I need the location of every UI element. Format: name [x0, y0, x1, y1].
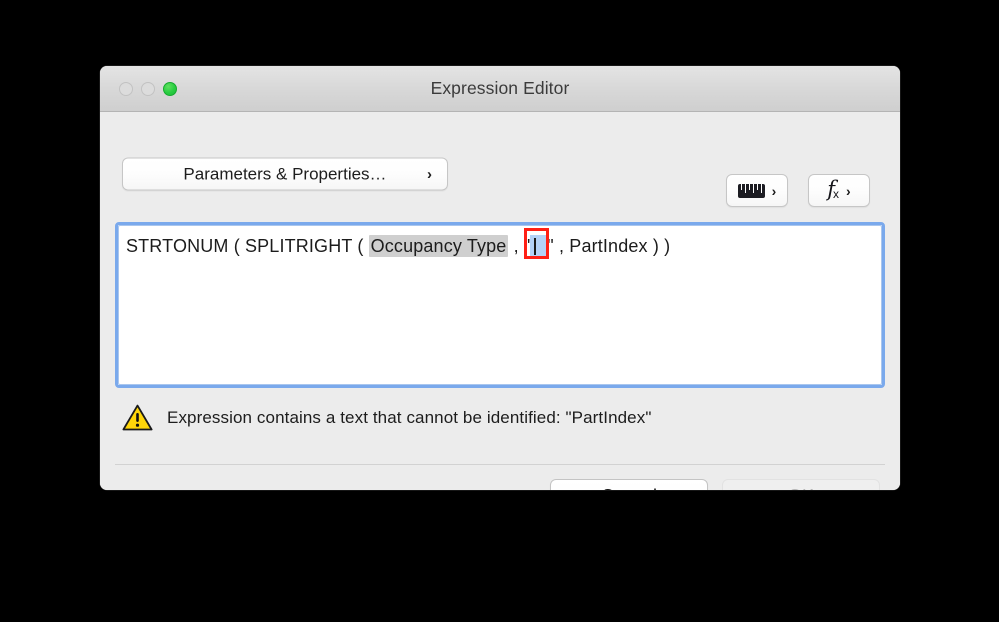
expression-selection[interactable]: | [530, 235, 548, 257]
expression-text: STRTONUM ( SPLITRIGHT ( Occupancy Type ,… [126, 228, 875, 259]
expression-editor-window: Expression Editor Parameters & Propertie… [100, 66, 900, 490]
chevron-right-icon: › [771, 182, 777, 199]
parameters-button-label: Parameters & Properties… [183, 164, 387, 183]
expression-post-quote: " , [547, 236, 570, 256]
expression-suffix: ) ) [647, 236, 671, 256]
expression-prefix: STRTONUM ( SPLITRIGHT ( [126, 236, 369, 256]
warning-row: Expression contains a text that cannot b… [122, 404, 651, 431]
minimize-button [141, 81, 155, 96]
fx-icon: fx [827, 177, 840, 201]
toolbar: Parameters & Properties… › › fx › [100, 112, 900, 207]
text-caret [534, 238, 537, 255]
expression-mid: , " [508, 236, 531, 256]
zoom-button[interactable] [163, 81, 177, 96]
parameters-and-properties-button[interactable]: Parameters & Properties… › [122, 157, 448, 191]
warning-message: Expression contains a text that cannot b… [167, 407, 652, 427]
functions-button[interactable]: fx › [808, 174, 870, 207]
dialog-footer: Cancel OK [550, 479, 880, 490]
footer-divider [115, 464, 885, 465]
expression-field-token[interactable]: Occupancy Type [368, 235, 509, 257]
window-body: Parameters & Properties… › › fx › STRTON… [100, 112, 900, 490]
window-title: Expression Editor [430, 78, 570, 98]
ruler-icon [737, 183, 765, 198]
units-ruler-button[interactable]: › [726, 174, 788, 207]
screen: Expression Editor Parameters & Propertie… [0, 0, 999, 622]
expression-unknown-token: PartIndex [569, 236, 648, 256]
ok-button: OK [722, 479, 880, 490]
warning-triangle-icon [122, 404, 153, 431]
fx-subscript: x [833, 187, 840, 201]
expression-input-field[interactable]: STRTONUM ( SPLITRIGHT ( Occupancy Type ,… [115, 222, 885, 388]
chevron-right-icon: › [846, 182, 851, 199]
expression-input-inner[interactable]: STRTONUM ( SPLITRIGHT ( Occupancy Type ,… [118, 225, 882, 385]
window-traffic-lights [119, 66, 177, 111]
cancel-button[interactable]: Cancel [550, 479, 708, 490]
chevron-right-icon: › [427, 165, 432, 183]
close-button [119, 81, 133, 96]
window-titlebar[interactable]: Expression Editor [100, 66, 900, 112]
expression-selection-wrapper[interactable]: | [524, 228, 550, 259]
